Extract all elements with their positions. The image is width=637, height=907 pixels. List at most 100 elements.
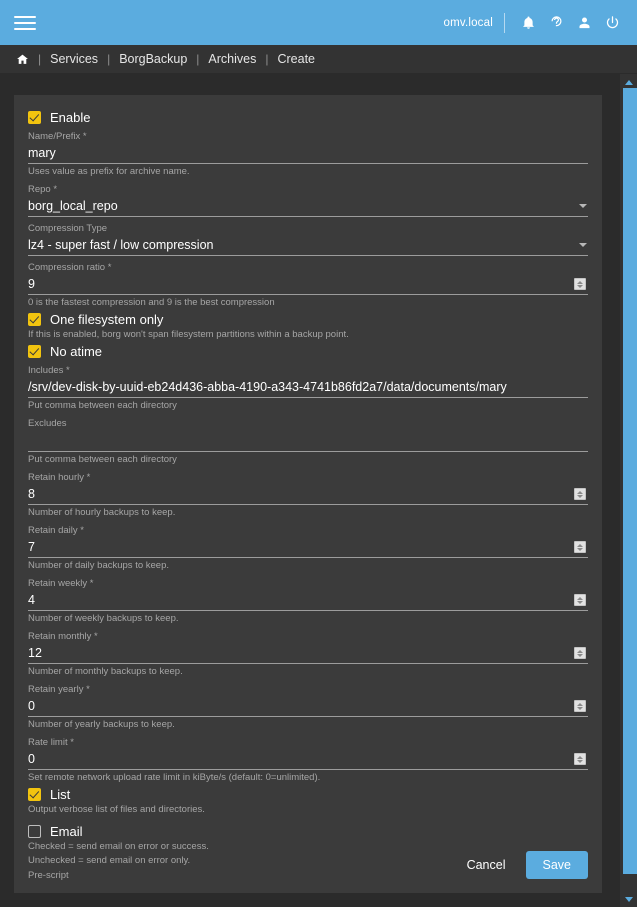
checkbox-checked-icon bbox=[28, 111, 41, 124]
no-atime-label: No atime bbox=[50, 344, 103, 359]
hamburger-menu-icon[interactable] bbox=[14, 15, 36, 30]
retain-daily-field: Retain daily * 7 Number of daily backups… bbox=[28, 524, 588, 572]
retain-monthly-input[interactable]: 12 bbox=[28, 643, 588, 664]
list-label: List bbox=[50, 787, 71, 802]
chevron-down-icon[interactable] bbox=[579, 204, 587, 208]
breadcrumb-item-services[interactable]: Services bbox=[50, 52, 98, 66]
repo-label: Repo * bbox=[28, 184, 58, 195]
number-stepper-icon[interactable] bbox=[574, 753, 586, 765]
rate-limit-input[interactable]: 0 bbox=[28, 749, 588, 770]
retain-weekly-hint: Number of weekly backups to keep. bbox=[28, 613, 179, 624]
page-content: Enable Name/Prefix * mary Uses value as … bbox=[0, 74, 637, 907]
rate-limit-label: Rate limit * bbox=[28, 737, 74, 748]
includes-input[interactable]: /srv/dev-disk-by-uuid-eb24d436-abba-4190… bbox=[28, 377, 588, 398]
includes-hint: Put comma between each directory bbox=[28, 400, 177, 411]
retain-weekly-input[interactable]: 4 bbox=[28, 590, 588, 611]
number-stepper-icon[interactable] bbox=[574, 594, 586, 606]
number-stepper-icon[interactable] bbox=[574, 647, 586, 659]
archive-create-form: Enable Name/Prefix * mary Uses value as … bbox=[14, 95, 602, 893]
enable-label: Enable bbox=[50, 110, 91, 125]
one-filesystem-hint: If this is enabled, borg won't span file… bbox=[28, 329, 349, 340]
name-prefix-input[interactable]: mary bbox=[28, 143, 588, 164]
number-stepper-icon[interactable] bbox=[574, 541, 586, 553]
number-stepper-icon[interactable] bbox=[574, 700, 586, 712]
retain-weekly-value: 4 bbox=[28, 592, 35, 607]
retain-yearly-label: Retain yearly * bbox=[28, 684, 90, 695]
compression-ratio-field: Compression ratio * 9 0 is the fastest c… bbox=[28, 261, 588, 309]
app-root: omv.local | Services | BorgBackup | Arch… bbox=[0, 0, 637, 907]
includes-field: Includes * /srv/dev-disk-by-uuid-eb24d43… bbox=[28, 364, 588, 412]
power-icon[interactable] bbox=[599, 10, 625, 36]
retain-daily-input[interactable]: 7 bbox=[28, 537, 588, 558]
retain-daily-hint: Number of daily backups to keep. bbox=[28, 560, 169, 571]
compression-ratio-input[interactable]: 9 bbox=[28, 274, 588, 295]
compression-type-select[interactable]: lz4 - super fast / low compression bbox=[28, 235, 588, 256]
compression-type-value: lz4 - super fast / low compression bbox=[28, 237, 214, 252]
checkbox-checked-icon bbox=[28, 345, 41, 358]
name-prefix-hint: Uses value as prefix for archive name. bbox=[28, 166, 190, 177]
save-button[interactable]: Save bbox=[525, 851, 588, 879]
breadcrumb: | Services | BorgBackup | Archives | Cre… bbox=[0, 45, 637, 74]
retain-monthly-label: Retain monthly * bbox=[28, 631, 98, 642]
scrollbar-thumb[interactable] bbox=[623, 88, 637, 874]
retain-yearly-input[interactable]: 0 bbox=[28, 696, 588, 717]
compression-type-label: Compression Type bbox=[28, 223, 108, 234]
no-atime-checkbox[interactable]: No atime bbox=[28, 344, 588, 359]
enable-checkbox[interactable]: Enable bbox=[28, 110, 588, 125]
rate-limit-value: 0 bbox=[28, 751, 35, 766]
notifications-bell-icon[interactable] bbox=[515, 10, 541, 36]
name-prefix-value: mary bbox=[28, 145, 56, 160]
breadcrumb-separator: | bbox=[265, 52, 269, 66]
includes-label: Includes * bbox=[28, 365, 70, 376]
cancel-button[interactable]: Cancel bbox=[458, 851, 515, 879]
hostname-label: omv.local bbox=[443, 16, 493, 29]
chevron-down-icon[interactable] bbox=[579, 243, 587, 247]
compression-ratio-value: 9 bbox=[28, 276, 35, 291]
breadcrumb-item-create[interactable]: Create bbox=[277, 52, 315, 66]
checkbox-unchecked-icon bbox=[28, 825, 41, 838]
breadcrumb-separator: | bbox=[107, 52, 111, 66]
retain-hourly-label: Retain hourly * bbox=[28, 472, 91, 483]
email-checkbox[interactable]: Email bbox=[28, 824, 588, 839]
name-prefix-label: Name/Prefix * bbox=[28, 131, 87, 142]
vertical-scrollbar[interactable] bbox=[620, 74, 637, 907]
excludes-field: Excludes Put comma between each director… bbox=[28, 417, 588, 466]
name-prefix-field: Name/Prefix * mary Uses value as prefix … bbox=[28, 130, 588, 178]
includes-value: /srv/dev-disk-by-uuid-eb24d436-abba-4190… bbox=[28, 379, 507, 394]
retain-hourly-value: 8 bbox=[28, 486, 35, 501]
repo-value: borg_local_repo bbox=[28, 198, 118, 213]
form-actions: Cancel Save bbox=[28, 851, 588, 879]
retain-monthly-value: 12 bbox=[28, 645, 42, 660]
number-stepper-icon[interactable] bbox=[574, 488, 586, 500]
breadcrumb-separator: | bbox=[196, 52, 200, 66]
user-account-icon[interactable] bbox=[571, 10, 597, 36]
repo-select[interactable]: borg_local_repo bbox=[28, 196, 588, 217]
excludes-input[interactable] bbox=[28, 430, 588, 452]
repo-field: Repo * borg_local_repo bbox=[28, 183, 588, 217]
retain-yearly-value: 0 bbox=[28, 698, 35, 713]
list-checkbox[interactable]: List bbox=[28, 787, 588, 802]
header-divider bbox=[504, 12, 505, 33]
retain-weekly-field: Retain weekly * 4 Number of weekly backu… bbox=[28, 577, 588, 625]
breadcrumb-item-borgbackup[interactable]: BorgBackup bbox=[119, 52, 187, 66]
scroll-down-icon[interactable] bbox=[620, 891, 637, 907]
one-filesystem-label: One filesystem only bbox=[50, 312, 164, 327]
retain-daily-label: Retain daily * bbox=[28, 525, 84, 536]
checkbox-checked-icon bbox=[28, 313, 41, 326]
list-hint: Output verbose list of files and directo… bbox=[28, 804, 205, 815]
home-icon[interactable] bbox=[16, 53, 29, 66]
app-header: omv.local bbox=[0, 0, 637, 45]
checkbox-checked-icon bbox=[28, 788, 41, 801]
retain-monthly-hint: Number of monthly backups to keep. bbox=[28, 666, 183, 677]
compression-type-field: Compression Type lz4 - super fast / low … bbox=[28, 222, 588, 256]
help-question-icon[interactable] bbox=[543, 10, 569, 36]
one-filesystem-checkbox[interactable]: One filesystem only bbox=[28, 312, 588, 327]
number-stepper-icon[interactable] bbox=[574, 278, 586, 290]
pre-script-input[interactable] bbox=[28, 882, 588, 907]
excludes-hint: Put comma between each directory bbox=[28, 454, 177, 465]
breadcrumb-item-archives[interactable]: Archives bbox=[208, 52, 256, 66]
retain-yearly-field: Retain yearly * 0 Number of yearly backu… bbox=[28, 683, 588, 731]
retain-yearly-hint: Number of yearly backups to keep. bbox=[28, 719, 175, 730]
retain-hourly-field: Retain hourly * 8 Number of hourly backu… bbox=[28, 471, 588, 519]
retain-hourly-input[interactable]: 8 bbox=[28, 484, 588, 505]
